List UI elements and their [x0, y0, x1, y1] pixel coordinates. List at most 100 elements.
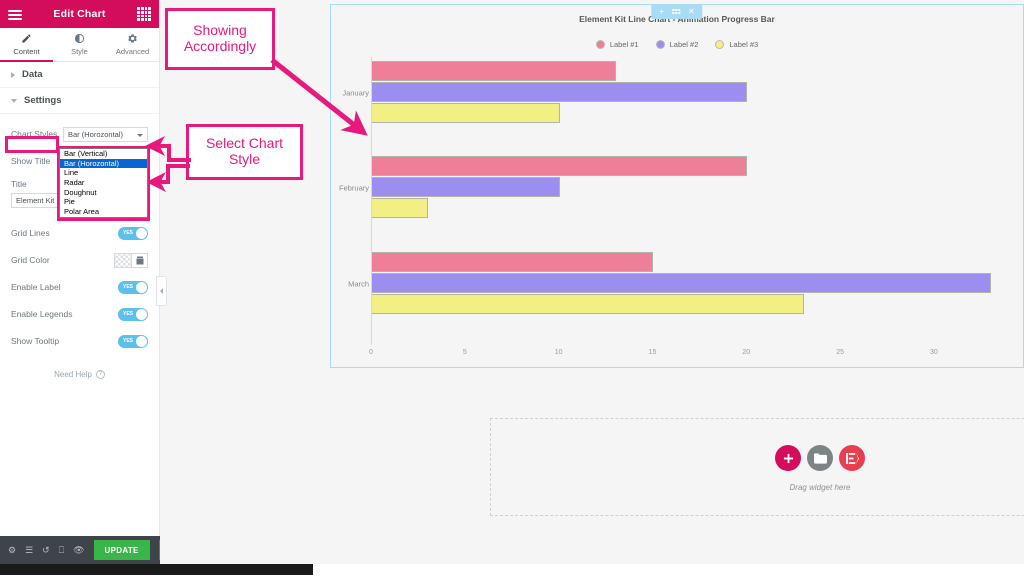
chart-styles-dropdown-list[interactable]: Bar (Vertical) Bar (Horozontal) Line Radar D… [59, 148, 148, 218]
chart-section[interactable]: + ✕ Element Kit Line Chart - Animation P… [330, 4, 1024, 368]
show-title-label: Show Title [11, 156, 51, 166]
panel-footer: ⚙ ☰ ↺ ⎕ 👁 UPDATE [0, 536, 166, 564]
add-template-button[interactable] [807, 445, 833, 471]
grid-color-label: Grid Color [11, 255, 50, 265]
bar-march-label2[interactable] [372, 272, 992, 293]
section-settings[interactable]: Settings [0, 88, 159, 114]
layers-icon[interactable]: ☰ [25, 545, 33, 555]
legend-item-1[interactable]: Label #2 [655, 40, 699, 49]
elementskit-button[interactable] [839, 445, 865, 471]
update-button[interactable]: UPDATE [93, 540, 150, 560]
chart-plot-area: January February March [339, 57, 1009, 345]
dropdown-option-2[interactable]: Line [60, 168, 147, 178]
annotation-arrow-to-dropdown [146, 164, 190, 192]
need-help[interactable]: Need Help ? [0, 370, 159, 379]
legend-color-swatch [655, 40, 665, 49]
toggle-knob [136, 227, 147, 239]
show-tooltip-toggle[interactable]: YES [118, 334, 148, 348]
gear-icon [128, 34, 137, 43]
dropdown-option-5[interactable]: Pie [60, 197, 147, 207]
enable-legends-label: Enable Legends [11, 309, 73, 319]
responsive-icon[interactable]: ⎕ [59, 545, 64, 555]
chevron-right-icon [11, 71, 15, 78]
chevron-down-icon [137, 133, 143, 137]
folder-icon [813, 452, 827, 464]
panel-tabs: Content Style Advanced [0, 28, 159, 62]
panel-collapse-handle[interactable] [156, 276, 167, 306]
bar-february-label2[interactable] [372, 177, 560, 198]
tab-style-label: Style [71, 47, 88, 56]
plus-icon [783, 453, 793, 463]
bar-march-label3[interactable] [372, 293, 804, 314]
panel-title: Edit Chart [53, 8, 106, 20]
bar-february-label1[interactable] [372, 156, 748, 177]
hamburger-icon[interactable] [8, 7, 22, 21]
legend-label: Label #2 [669, 40, 699, 49]
chart-styles-value: Bar (Horozontal) [68, 129, 124, 139]
pencil-icon [22, 34, 31, 43]
close-icon[interactable]: ✕ [688, 7, 695, 16]
chevron-down-icon [11, 98, 17, 103]
tab-content[interactable]: Content [0, 28, 53, 62]
bar-march-label1[interactable] [372, 251, 654, 272]
bar-january-label2[interactable] [372, 82, 748, 102]
plus-icon[interactable]: + [659, 7, 664, 16]
status-bar [0, 564, 313, 575]
tab-advanced[interactable]: Advanced [106, 28, 159, 61]
y-axis-label-1: February [338, 183, 369, 193]
widget-toolbar: + ✕ [651, 4, 703, 19]
grid-lines-toggle[interactable]: YES [118, 226, 148, 240]
enable-legends-state: YES [123, 310, 134, 317]
control-grid-color: Grid Color [0, 249, 159, 271]
annotation-outline-chart-styles [5, 136, 59, 153]
x-axis-tick-0: 0 [369, 349, 373, 356]
panel-header: Edit Chart [0, 0, 159, 28]
color-swatch[interactable] [115, 253, 131, 267]
gear-icon[interactable]: ⚙ [8, 545, 16, 555]
dropdown-option-6[interactable]: Polar Area [60, 207, 147, 217]
bar-february-label3[interactable] [372, 198, 429, 219]
bar-january-label1[interactable] [372, 61, 616, 81]
bar-january-label3[interactable] [372, 103, 560, 123]
elementor-editor: Edit Chart Content Style Advanced Data S… [0, 0, 1024, 578]
add-widget-button[interactable] [775, 445, 801, 471]
drop-widget-area[interactable]: Drag widget here [490, 418, 1024, 516]
dropdown-option-4[interactable]: Doughnut [60, 188, 147, 198]
show-tooltip-state: YES [123, 337, 134, 344]
grid-icon[interactable] [137, 7, 151, 21]
chart-styles-select[interactable]: Bar (Horozontal) [63, 126, 148, 142]
enable-label-toggle[interactable]: YES [118, 280, 148, 294]
dropdown-option-1[interactable]: Bar (Horozontal) [60, 158, 147, 169]
tab-advanced-label: Advanced [115, 47, 150, 56]
legend-label: Label #3 [729, 40, 759, 49]
grid-lines-label: Grid Lines [11, 228, 50, 238]
history-icon[interactable]: ↺ [42, 545, 50, 555]
enable-label-state: YES [123, 283, 134, 290]
editor-panel: Edit Chart Content Style Advanced Data S… [0, 0, 166, 564]
color-palette-icon[interactable] [131, 253, 147, 267]
legend-item-2[interactable]: Label #3 [715, 40, 758, 49]
enable-label-label: Enable Label [11, 282, 61, 292]
toggle-knob [136, 335, 147, 347]
control-show-tooltip: Show Tooltip YES [0, 330, 159, 352]
control-grid-lines: Grid Lines YES [0, 222, 159, 244]
x-axis-tick-2: 10 [554, 349, 563, 356]
legend-item-0[interactable]: Label #1 [595, 40, 639, 49]
legend-color-swatch [715, 40, 725, 49]
chart-legend: Label #1 Label #2 Label #3 [331, 40, 1023, 49]
x-axis-tick-4: 20 [742, 349, 751, 356]
dropdown-option-0[interactable]: Bar (Vertical) [60, 149, 147, 159]
browser-bottom-bar [0, 564, 1024, 578]
grid-color-control[interactable] [114, 252, 148, 268]
section-data[interactable]: Data [0, 62, 159, 88]
legend-label: Label #1 [609, 40, 639, 49]
enable-legends-toggle[interactable]: YES [118, 307, 148, 321]
tab-style[interactable]: Style [53, 28, 106, 61]
annotation-showing-accordingly: Showing Accordingly [165, 8, 275, 70]
preview-icon[interactable]: 👁 [73, 545, 84, 555]
section-settings-label: Settings [24, 95, 62, 106]
control-enable-label: Enable Label YES [0, 276, 159, 298]
drag-handle-icon[interactable] [671, 9, 680, 14]
dropdown-option-3[interactable]: Radar [60, 178, 147, 188]
x-axis-tick-3: 15 [648, 349, 657, 356]
